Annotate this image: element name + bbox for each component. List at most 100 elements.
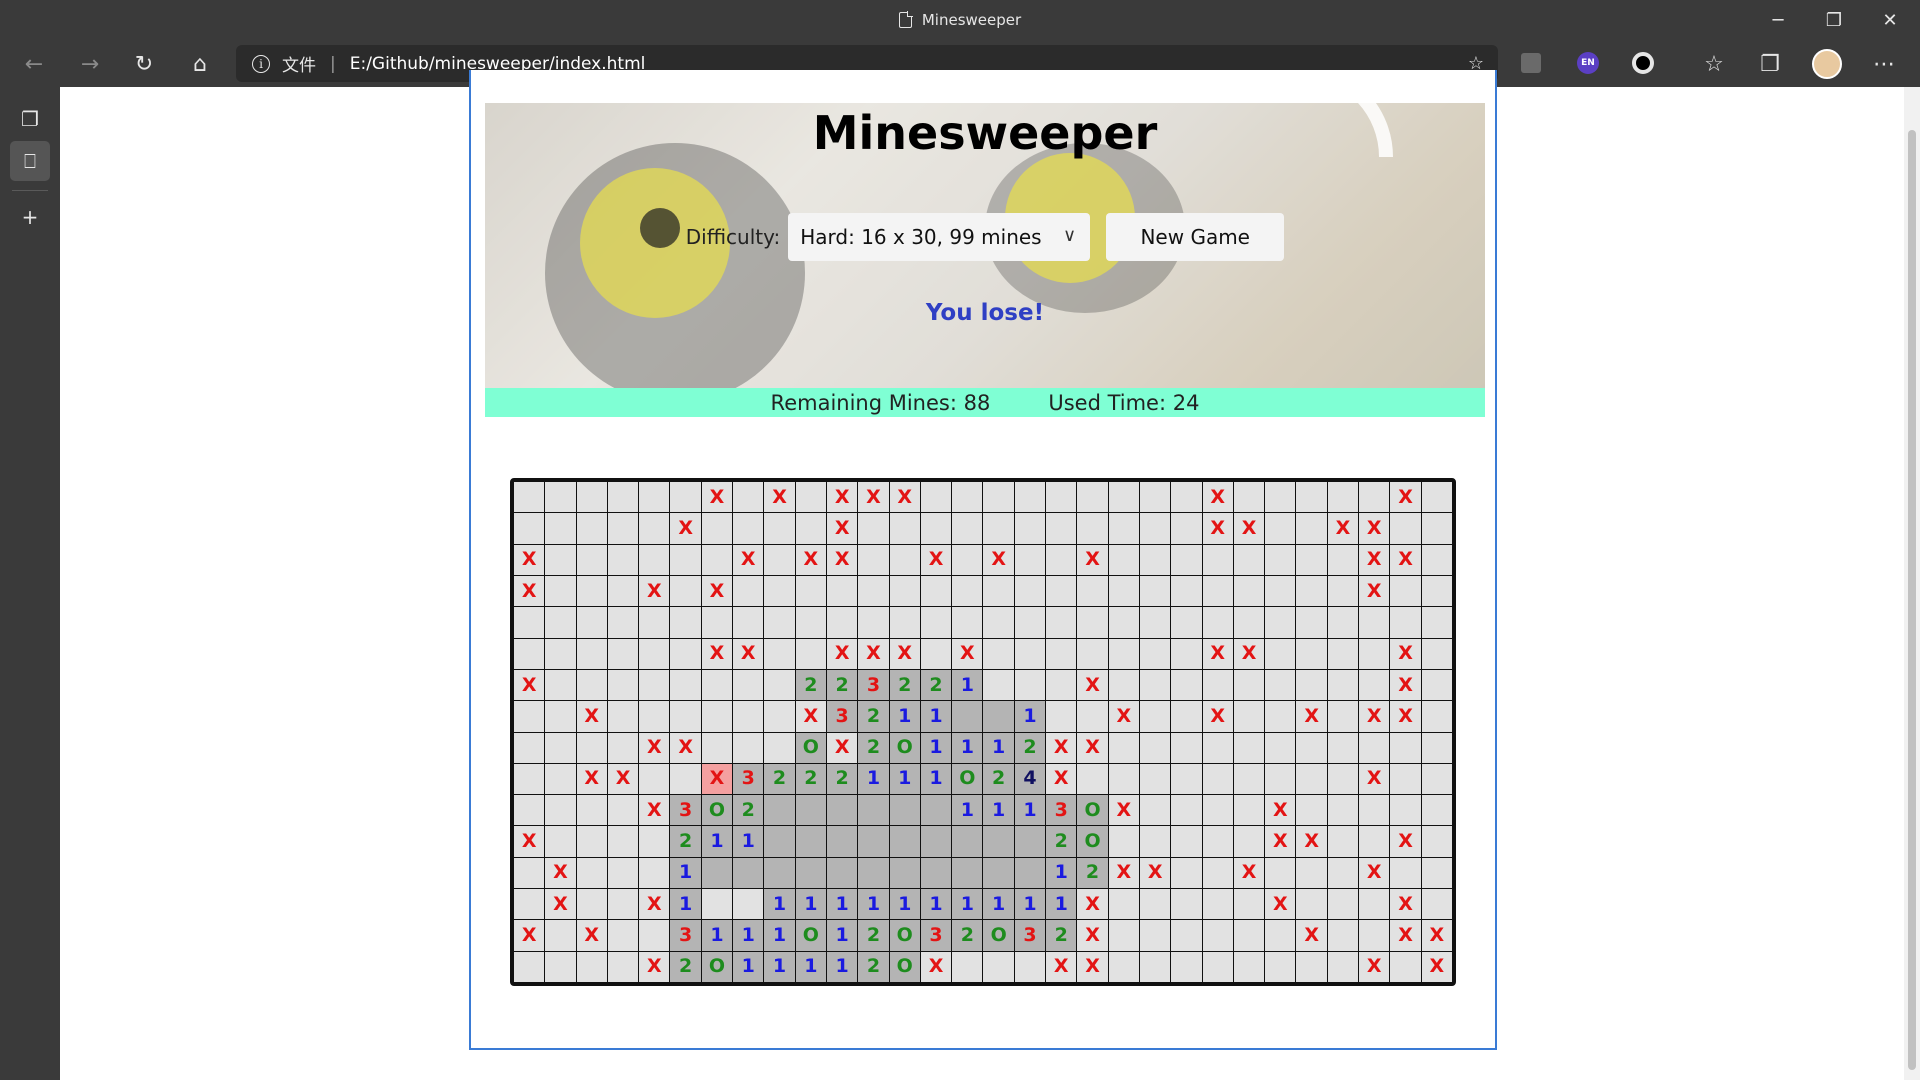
board-cell[interactable]: O [1077,826,1108,857]
board-cell[interactable] [1171,889,1202,920]
board-cell[interactable]: O [889,732,920,763]
board-cell[interactable] [1108,951,1139,982]
restore-button[interactable]: ❐ [1806,0,1862,40]
board-cell[interactable] [639,920,670,951]
board-cell[interactable]: 1 [858,889,889,920]
board-cell[interactable]: X [1390,482,1421,513]
collections-icon[interactable]: ❐ [1752,46,1788,82]
board-cell[interactable] [1359,795,1390,826]
board-cell[interactable] [952,857,983,889]
board-cell[interactable]: X [1202,482,1233,513]
board-cell[interactable] [545,607,576,638]
board-cell[interactable] [1265,544,1296,575]
board-cell[interactable] [764,732,795,763]
board-cell[interactable] [607,701,639,732]
board-cell[interactable] [1265,638,1296,669]
board-cell[interactable]: 1 [733,951,764,982]
board-cell[interactable]: X [1390,701,1421,732]
board-cell[interactable] [1108,575,1139,607]
board-cell[interactable] [1046,669,1077,701]
board-cell[interactable]: 3 [670,795,701,826]
board-cell[interactable] [764,544,795,575]
board-cell[interactable]: X [920,951,952,982]
board-cell[interactable] [1046,482,1077,513]
board-cell[interactable] [858,857,889,889]
board-cell[interactable]: 2 [858,951,889,982]
board-cell[interactable]: X [1202,701,1233,732]
board-cell[interactable]: X [733,638,764,669]
board-cell[interactable] [607,607,639,638]
board-cell[interactable] [576,857,607,889]
board-cell[interactable] [889,795,920,826]
board-cell[interactable] [670,544,701,575]
board-cell[interactable] [1171,951,1202,982]
board-cell[interactable]: X [514,575,545,607]
board-cell[interactable]: X [1077,920,1108,951]
board-cell[interactable] [545,701,576,732]
board-cell[interactable]: X [1390,544,1421,575]
board-cell[interactable] [576,638,607,669]
board-cell[interactable] [1139,795,1171,826]
board-cell[interactable] [1046,513,1077,544]
board-cell[interactable] [1202,544,1233,575]
board-cell[interactable] [1139,951,1171,982]
board-cell[interactable]: 1 [764,889,795,920]
board-cell[interactable] [1202,951,1233,982]
board-cell[interactable] [733,482,764,513]
board-cell[interactable] [1327,920,1359,951]
board-cell[interactable] [701,607,733,638]
board-cell[interactable]: 2 [1046,920,1077,951]
board-cell[interactable]: 2 [826,669,858,701]
board-cell[interactable] [858,795,889,826]
board-cell[interactable] [826,607,858,638]
board-cell[interactable] [576,889,607,920]
board-cell[interactable] [764,826,795,857]
board-cell[interactable] [639,482,670,513]
tab-actions-icon[interactable]: ❐ [10,99,50,139]
board-cell[interactable] [670,701,701,732]
board-cell[interactable]: 2 [670,951,701,982]
board-cell[interactable] [1171,544,1202,575]
board-cell[interactable]: 2 [858,732,889,763]
board-cell[interactable]: 2 [764,763,795,795]
board-cell[interactable] [1077,513,1108,544]
board-cell[interactable] [701,701,733,732]
board-cell[interactable]: O [889,951,920,982]
board-cell[interactable] [920,857,952,889]
board-cell[interactable] [1233,482,1265,513]
minesweeper-board[interactable]: XXXXXXXXXXXXXXXXXXXXXXXXXXXXXXXXXXXX2232… [510,478,1456,986]
board-cell[interactable]: 2 [670,826,701,857]
board-cell[interactable]: X [1077,951,1108,982]
board-cell[interactable] [607,920,639,951]
board-cell[interactable] [1077,607,1108,638]
board-cell[interactable]: X [576,701,607,732]
profile-avatar[interactable] [1812,49,1842,79]
board-cell[interactable] [1046,575,1077,607]
board-cell[interactable]: 2 [920,669,952,701]
board-cell[interactable] [1014,607,1046,638]
board-cell[interactable] [1139,669,1171,701]
board-cell[interactable] [1233,575,1265,607]
board-cell[interactable] [764,857,795,889]
board-cell[interactable] [1202,826,1233,857]
board-cell[interactable] [1327,669,1359,701]
board-cell[interactable]: X [1108,701,1139,732]
board-cell[interactable] [701,669,733,701]
board-cell[interactable]: X [733,544,764,575]
board-cell[interactable] [576,544,607,575]
board-cell[interactable]: X [1359,951,1390,982]
board-cell[interactable] [733,857,764,889]
board-cell[interactable]: X [514,920,545,951]
board-cell[interactable] [952,513,983,544]
board-cell[interactable]: 2 [889,669,920,701]
board-cell[interactable] [1202,763,1233,795]
board-cell[interactable] [1233,889,1265,920]
board-cell[interactable]: X [576,763,607,795]
board-cell[interactable]: 3 [733,763,764,795]
board-cell[interactable] [514,889,545,920]
board-cell[interactable] [639,638,670,669]
board-cell[interactable] [826,857,858,889]
board-cell[interactable] [1421,795,1452,826]
board-cell[interactable] [1296,482,1327,513]
board-cell[interactable]: 1 [889,889,920,920]
